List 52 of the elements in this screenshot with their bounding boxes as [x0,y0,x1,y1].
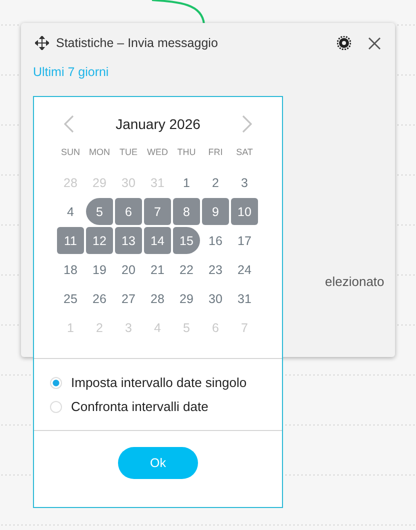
calendar-day[interactable]: 31 [231,285,258,312]
weekday-label: SUN [60,147,81,157]
weekday-label: FRI [207,147,224,157]
calendar-day[interactable]: 27 [115,285,142,312]
calendar-day[interactable]: 8 [173,198,200,225]
calendar-day[interactable]: 25 [57,285,84,312]
calendar-day[interactable]: 16 [202,227,229,254]
calendar-day[interactable]: 12 [86,227,113,254]
calendar-day[interactable]: 29 [173,285,200,312]
weekday-label: SAT [235,147,254,157]
calendar-day[interactable]: 30 [202,285,229,312]
calendar-day[interactable]: 28 [144,285,171,312]
label-text: elezionato [325,274,384,289]
option-label: Imposta intervallo date singolo [71,375,247,390]
radio-button[interactable] [50,376,62,388]
calendar-day[interactable]: 10 [231,198,258,225]
option-label: Confronta intervalli date [71,399,208,414]
weekday-label: THU [176,147,197,157]
calendar-day[interactable]: 11 [57,227,84,254]
radio-button[interactable] [50,400,62,412]
move-icon[interactable] [35,36,49,50]
date-range-link[interactable]: Ultimi 7 giorni [33,65,109,79]
calendar-day[interactable]: 9 [202,198,229,225]
calendar-day[interactable]: 13 [115,227,142,254]
weekday-label: WED [146,147,169,157]
window-title: Statistiche – Invia messaggio [56,36,218,50]
calendar-day[interactable]: 4 [57,198,84,225]
calendar-day[interactable]: 2 [202,169,229,196]
calendar-day[interactable]: 24 [231,256,258,283]
calendar-day[interactable]: 23 [202,256,229,283]
calendar-day[interactable]: 19 [86,256,113,283]
close-icon[interactable] [368,36,381,50]
ok-button[interactable]: Ok [118,447,198,479]
calendar-day[interactable]: 1 [173,169,200,196]
calendar-day[interactable]: 18 [57,256,84,283]
calendar-day[interactable]: 15 [173,227,200,254]
gear-icon[interactable] [337,36,351,50]
calendar-day[interactable]: 14 [144,227,171,254]
calendar-day[interactable]: 17 [231,227,258,254]
month-title: January 2026 [116,116,200,132]
calendar-day[interactable]: 20 [115,256,142,283]
chevron-left-icon[interactable] [64,115,74,133]
calendar-day[interactable]: 22 [173,256,200,283]
weekday-label: MON [88,147,111,157]
calendar-day[interactable]: 6 [115,198,142,225]
calendar-day[interactable]: 26 [86,285,113,312]
calendar-day[interactable]: 7 [144,198,171,225]
chevron-right-icon[interactable] [242,115,252,133]
weekday-label: TUE [118,147,138,157]
calendar-day[interactable]: 3 [231,169,258,196]
calendar-day[interactable]: 21 [144,256,171,283]
calendar-day[interactable]: 5 [86,198,113,225]
